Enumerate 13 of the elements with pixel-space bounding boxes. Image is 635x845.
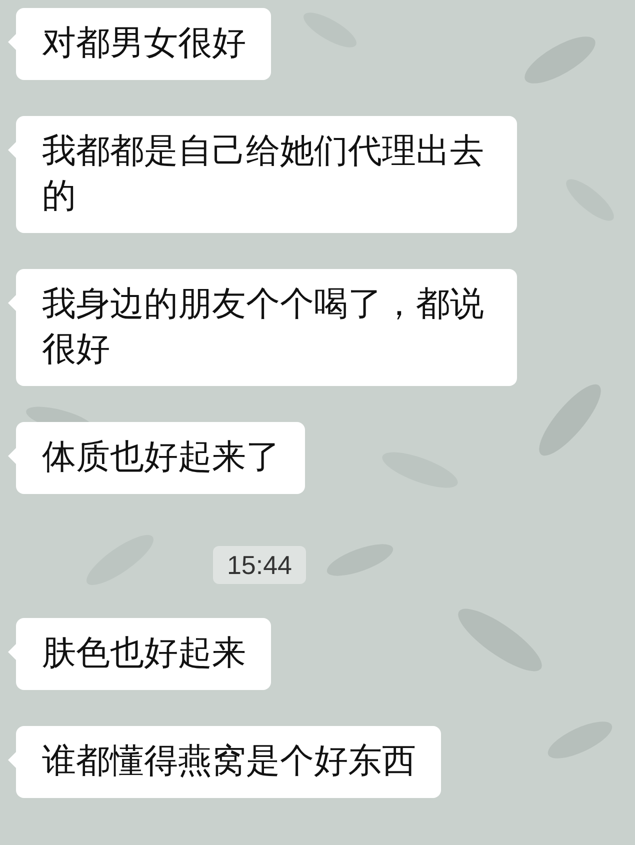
bubble-tail-icon [8, 752, 16, 768]
bubble-tail-icon [8, 295, 16, 311]
message-bubble: 我都都是自己给她们代理出去的 [16, 116, 517, 233]
message-bubble: 对都男女很好 [16, 8, 271, 80]
bubble-tail-icon [8, 142, 16, 158]
message-bubble: 体质也好起来了 [16, 422, 305, 494]
timestamp: 15:44 [212, 546, 306, 584]
bubble-tail-icon [8, 34, 16, 50]
message-bubble: 肤色也好起来 [16, 618, 271, 690]
bubble-tail-icon [8, 644, 16, 660]
bubble-tail-icon [8, 448, 16, 464]
message-bubble: 谁都懂得燕窝是个好东西 [16, 726, 441, 798]
message-bubble: 我身边的朋友个个喝了，都说很好 [16, 269, 517, 386]
